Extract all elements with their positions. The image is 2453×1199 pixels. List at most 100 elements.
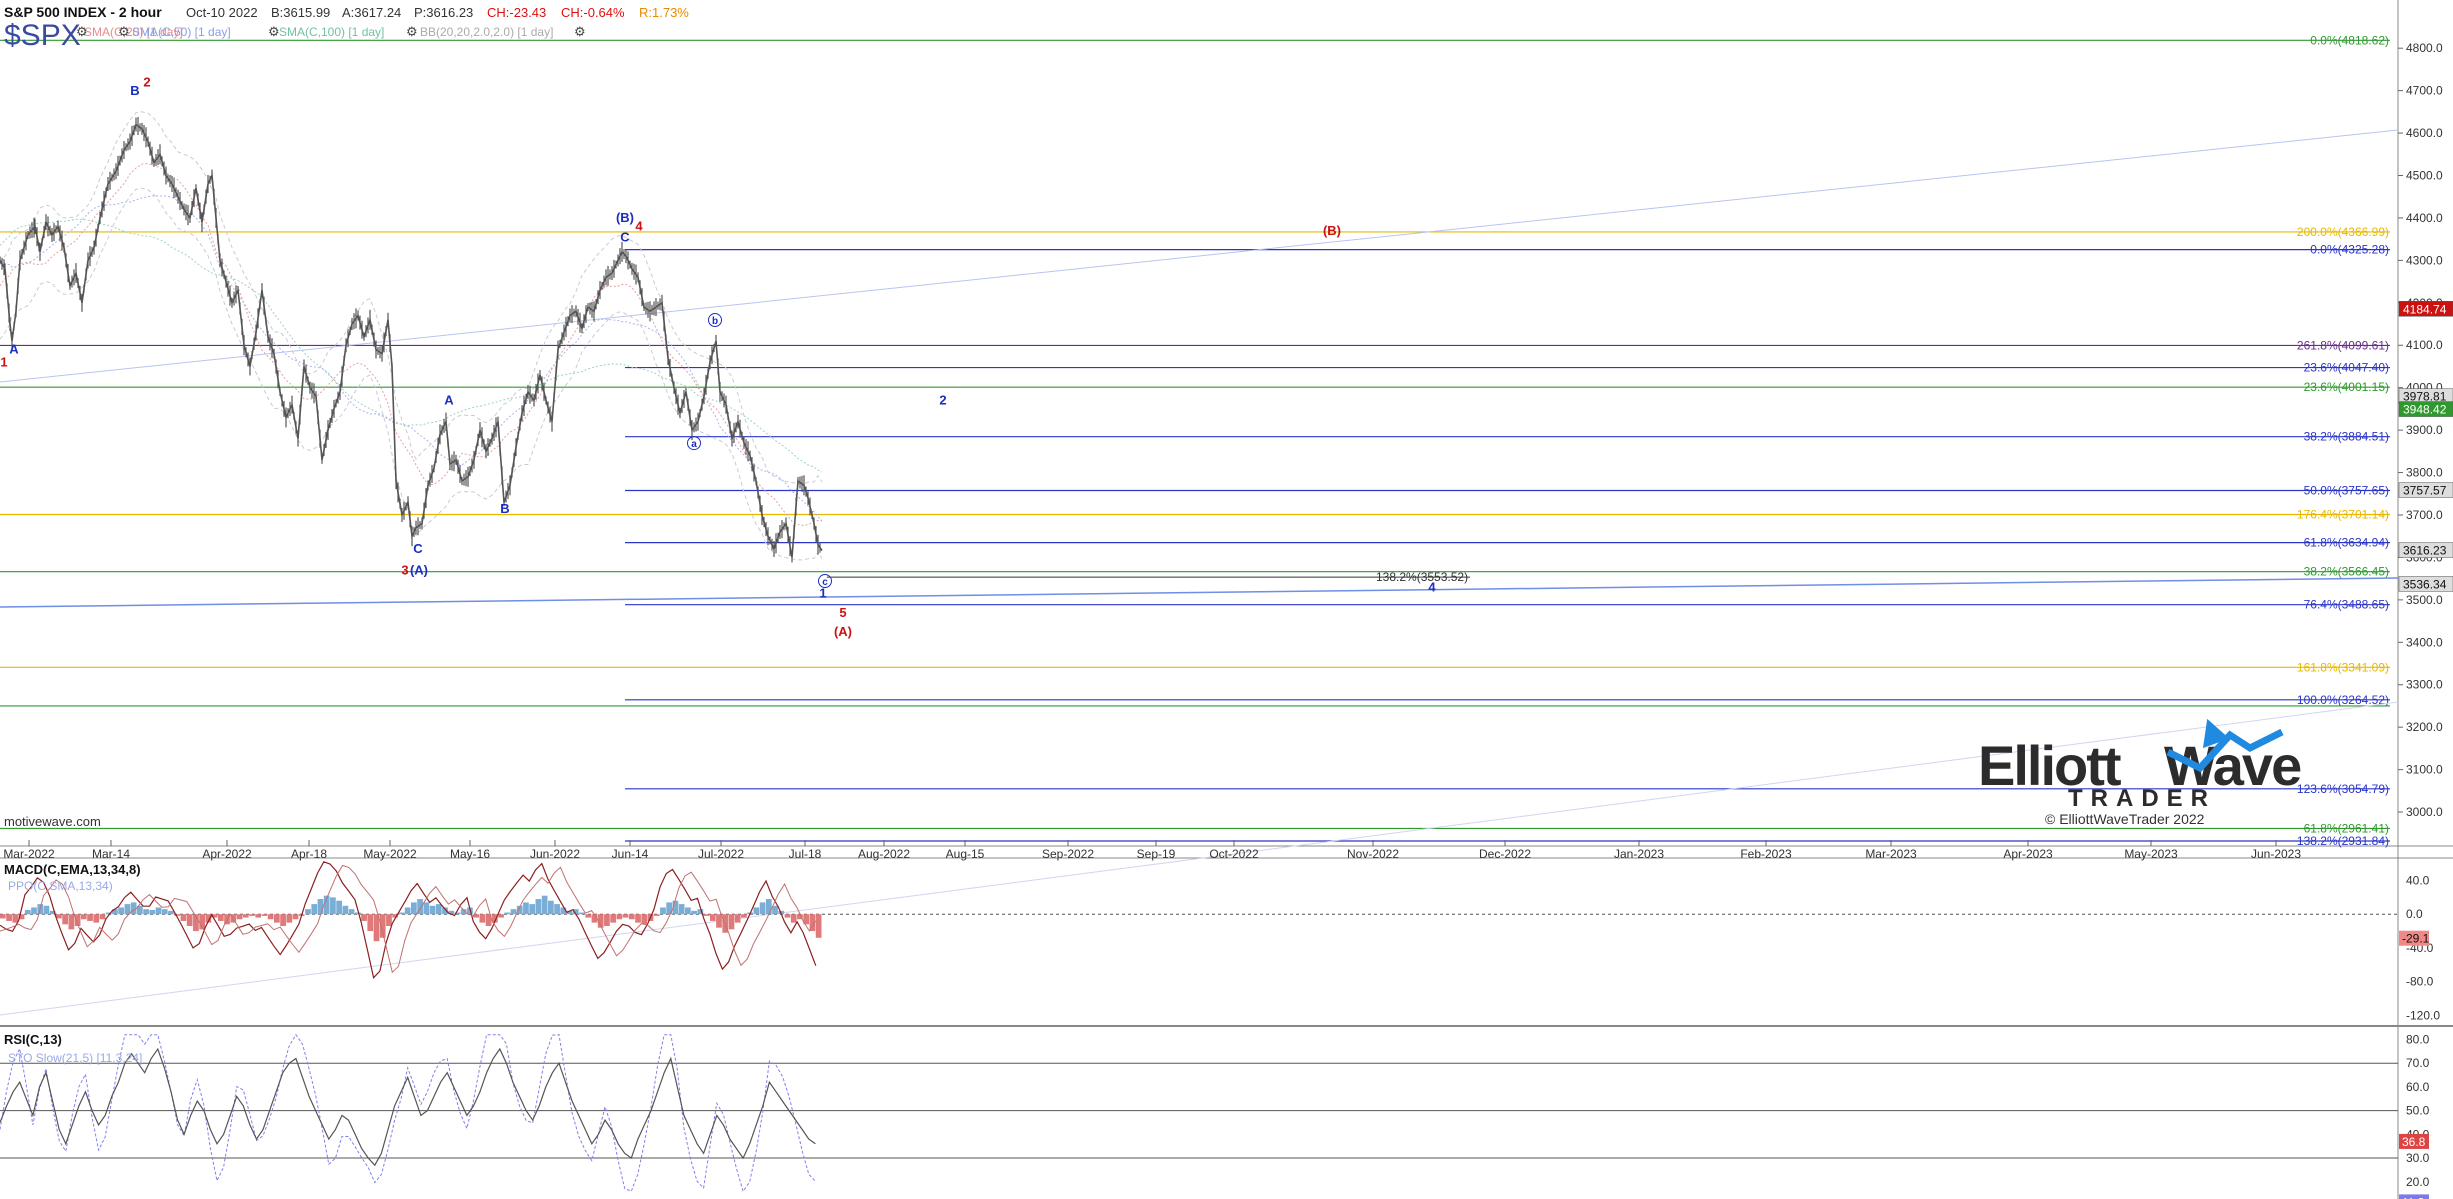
price-tick-label: 3200.0 xyxy=(2406,720,2443,734)
wave-label: A xyxy=(444,393,454,408)
macd-histogram-bar xyxy=(772,905,778,915)
macd-histogram-bar xyxy=(635,914,641,923)
price-panel[interactable] xyxy=(0,0,2398,846)
macd-histogram-bar xyxy=(249,914,255,916)
ticker-label: $SPX xyxy=(4,19,81,52)
time-tick-label: Jul-18 xyxy=(789,847,822,861)
time-tick-label: Mar-14 xyxy=(92,847,130,861)
macd-histogram-bar xyxy=(56,914,62,919)
macd-histogram-bar xyxy=(149,910,156,915)
macd-histogram-bar xyxy=(336,900,342,915)
macd-histogram-bar xyxy=(12,914,19,923)
macd-histogram-bar xyxy=(143,909,149,915)
macd-histogram-bar xyxy=(155,907,162,915)
copyright: © ElliottWaveTrader 2022 xyxy=(2045,811,2205,827)
fib-level-label: 38.2%(3884.51) xyxy=(2304,430,2389,444)
wave-label: (A) xyxy=(834,624,852,639)
macd-histogram-bar xyxy=(504,912,511,915)
study-sma100[interactable]: SMA(C,100) [1 day] xyxy=(279,25,384,39)
macd-histogram-bar xyxy=(691,910,697,915)
time-tick-label: May-2023 xyxy=(2124,847,2178,861)
price-tag-label: 3616.23 xyxy=(2403,544,2447,558)
fib-level-label: 261.8%(4099.61) xyxy=(2297,338,2389,352)
fib-level-label: 76.4%(3488.65) xyxy=(2304,598,2389,612)
wave-label: 4 xyxy=(635,219,643,234)
extension-label: 138.2%(3553.52) xyxy=(1376,570,1468,584)
gear-icon[interactable]: ⚙ xyxy=(76,24,88,39)
macd-histogram-bar xyxy=(68,914,75,930)
study-sma50[interactable]: SMA(C,50) [1 day] xyxy=(132,25,231,39)
fib-level-label: 50.0%(3757.65) xyxy=(2304,484,2389,498)
rsi-tick-label: 30.0 xyxy=(2406,1151,2430,1165)
macd-histogram-bar xyxy=(292,914,299,920)
gear-icon[interactable]: ⚙ xyxy=(406,24,418,39)
macd-histogram-bar xyxy=(286,914,293,923)
wave-label: C xyxy=(413,541,423,556)
rsi-panel[interactable] xyxy=(0,1028,2398,1199)
macd-histogram-bar xyxy=(62,914,68,925)
macd-panel[interactable] xyxy=(0,858,2398,1026)
time-tick-label: Dec-2022 xyxy=(1479,847,1531,861)
macd-tick-label: 40.0 xyxy=(2406,874,2430,888)
macd-histogram-bar xyxy=(548,900,554,915)
wave-label: B xyxy=(500,501,509,516)
time-tick-label: Aug-2022 xyxy=(858,847,910,861)
macd-histogram-bar xyxy=(765,899,772,915)
macd-histogram-bar xyxy=(99,914,106,920)
gear-icon[interactable]: ⚙ xyxy=(574,24,586,39)
wave-label: 3 xyxy=(401,562,408,577)
macd-histogram-bar xyxy=(367,914,374,932)
gear-icon[interactable]: ⚙ xyxy=(118,24,130,39)
chart-canvas[interactable]: 0.0%(4818.62) 200.0%(4366.99) 0.0%(4325.28… xyxy=(0,0,2453,1199)
macd-histogram-bar xyxy=(622,914,629,918)
time-tick-label: Jun-2022 xyxy=(530,847,580,861)
wave-label: 4 xyxy=(1428,579,1436,594)
macd-histogram-bar xyxy=(24,910,31,915)
macd-histogram-bar xyxy=(267,914,274,920)
wave-label: (A) xyxy=(410,562,428,577)
macd-histogram-bar xyxy=(790,914,797,923)
price-axis[interactable]: 3000.03100.03200.03300.03400.03500.03600… xyxy=(2398,41,2453,819)
macd-histogram-bar xyxy=(753,907,760,915)
price-tick-label: 3800.0 xyxy=(2406,466,2443,480)
macd-histogram-bar xyxy=(429,905,436,915)
fib-level-label: 176.4%(3701.14) xyxy=(2297,508,2389,522)
macd-histogram-bar xyxy=(678,904,685,915)
time-tick-label: Apr-2023 xyxy=(2003,847,2053,861)
macd-histogram-bar xyxy=(703,914,710,916)
chart-window: 0.0%(4818.62) 200.0%(4366.99) 0.0%(4325.28… xyxy=(0,0,2453,1199)
macd-histogram-bar xyxy=(616,914,623,920)
macd-histogram-bar xyxy=(242,914,249,918)
macd-histogram-bar xyxy=(386,914,392,926)
time-tick-label: Sep-2022 xyxy=(1042,847,1094,861)
time-tick-label: Apr-18 xyxy=(291,847,327,861)
rsi-value-label: 11.3 xyxy=(2402,1195,2425,1199)
header-bid: B:3615.99 xyxy=(271,5,330,20)
fib-level-label: 161.8%(3341.09) xyxy=(2297,660,2389,674)
price-tick-label: 4400.0 xyxy=(2406,211,2443,225)
fib-level-label: 200.0%(4366.99) xyxy=(2297,225,2389,239)
wave-label: 2 xyxy=(939,393,946,408)
macd-histogram-bar xyxy=(330,897,336,915)
fib-level-label: 61.8%(3634.94) xyxy=(2304,536,2389,550)
time-tick-label: Feb-2023 xyxy=(1740,847,1792,861)
macd-histogram-bar xyxy=(653,914,660,916)
macd-histogram-bar xyxy=(479,914,486,923)
wave-label: 1 xyxy=(819,586,826,601)
time-tick-label: Nov-2022 xyxy=(1347,847,1399,861)
gear-icon[interactable]: ⚙ xyxy=(268,24,280,39)
macd-histogram-bar xyxy=(741,914,747,918)
macd-histogram-bar xyxy=(728,914,735,930)
header-ask: A:3617.24 xyxy=(342,5,401,20)
wave-label: (B) xyxy=(1323,223,1341,238)
header-change: CH:-23.43 xyxy=(487,5,546,20)
macd-histogram-bar xyxy=(305,909,311,915)
logo-subtitle: TRADER xyxy=(2068,785,2216,812)
macd-histogram-bar xyxy=(161,909,168,915)
study-bb[interactable]: BB(20,20,2.0,2.0) [1 day] xyxy=(420,25,553,39)
price-tick-label: 4700.0 xyxy=(2406,84,2443,98)
macd-histogram-bar xyxy=(529,904,536,915)
macd-histogram-bar xyxy=(186,914,193,926)
wave-label: A xyxy=(9,342,19,357)
time-tick-label: Oct-2022 xyxy=(1209,847,1259,861)
